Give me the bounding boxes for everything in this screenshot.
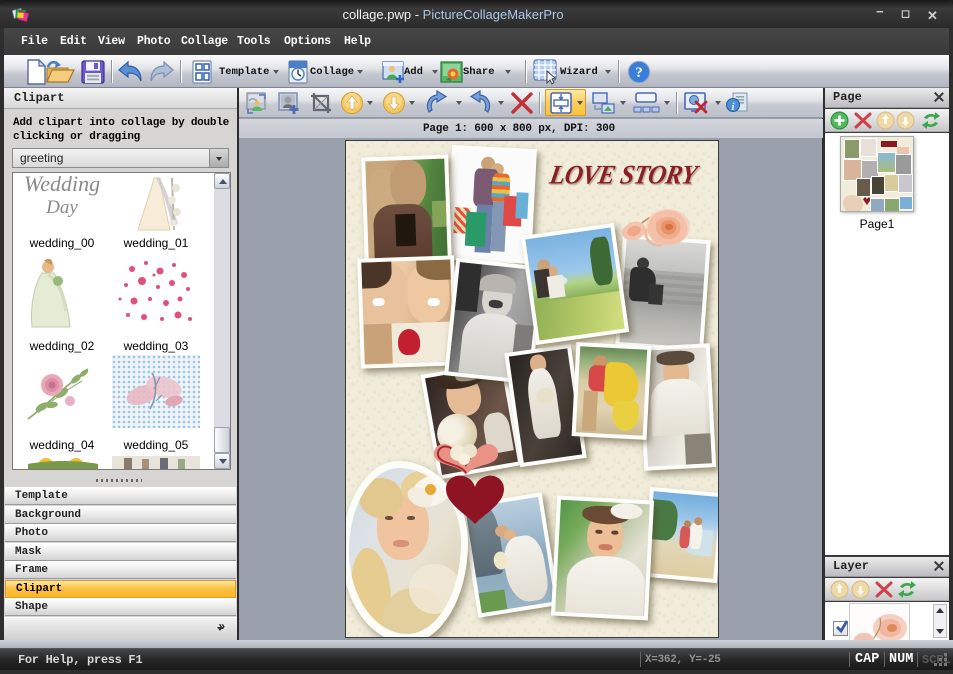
- svg-text:i: i: [732, 102, 735, 113]
- svg-text:?: ?: [635, 65, 643, 81]
